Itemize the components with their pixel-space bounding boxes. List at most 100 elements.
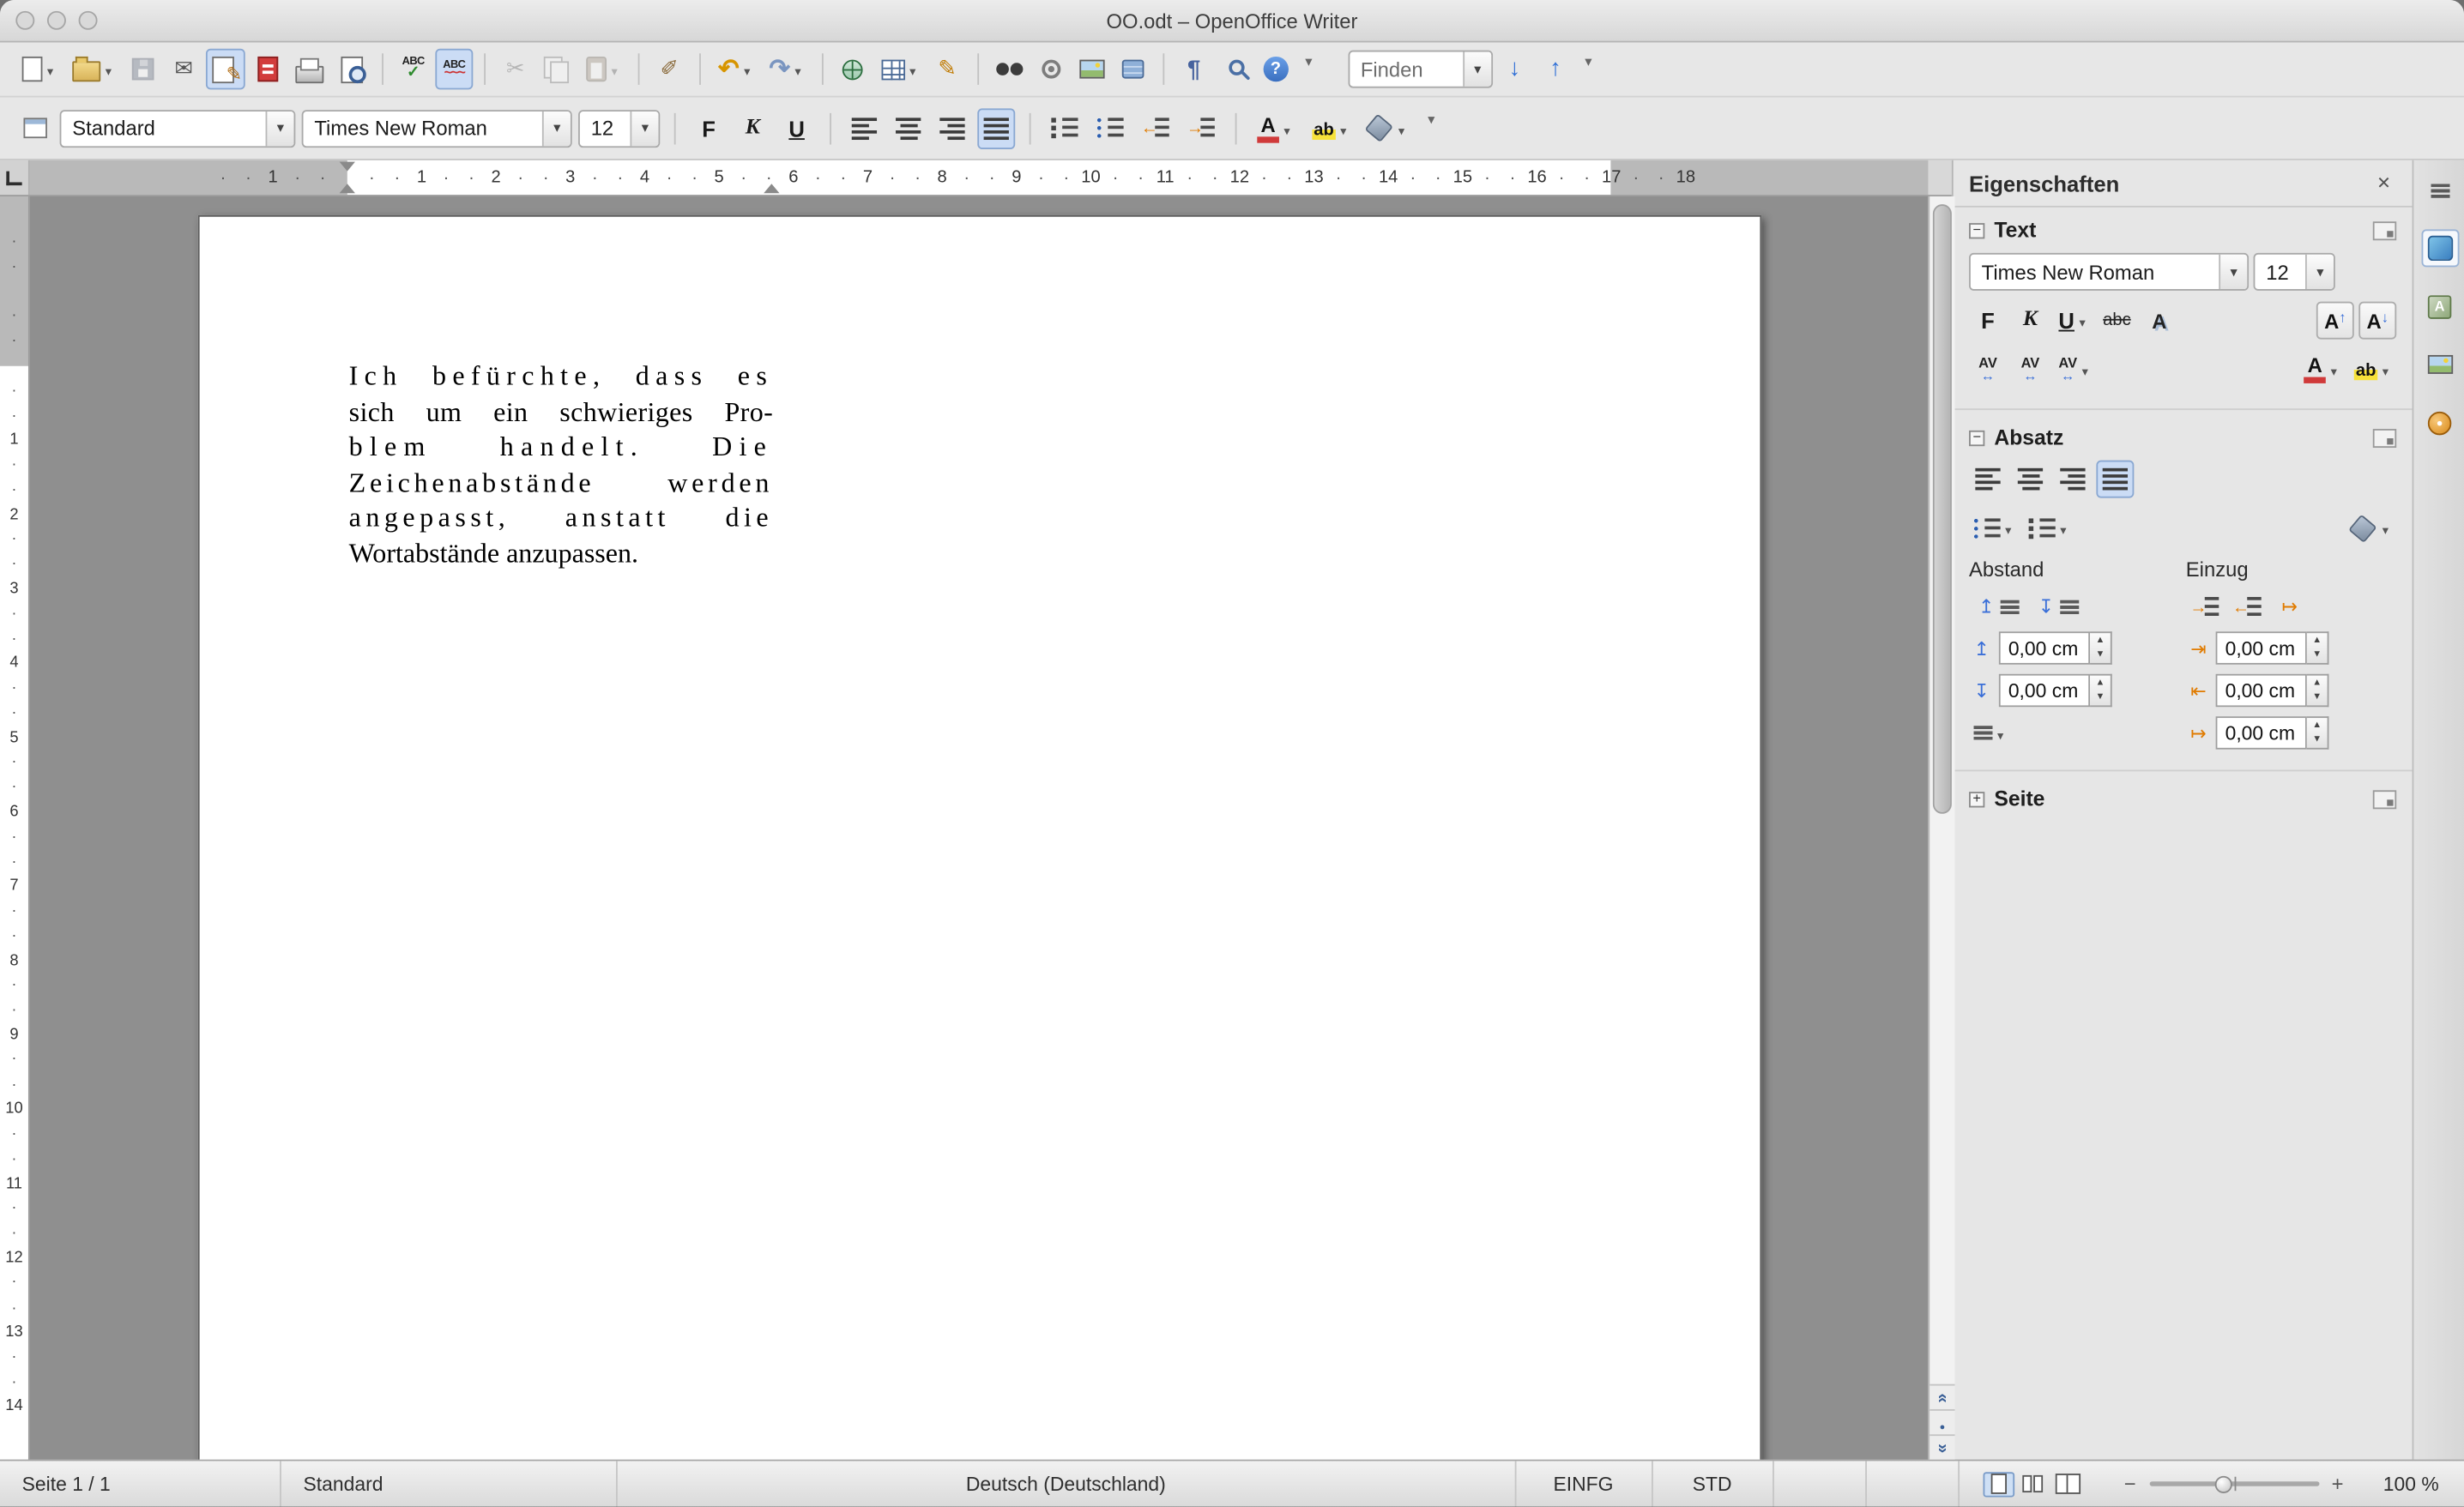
sidebar-increase-indent-button[interactable]	[2186, 591, 2224, 623]
stepper-down[interactable]	[2090, 648, 2111, 663]
email-document-button[interactable]	[165, 49, 202, 90]
chevron-down-icon[interactable]	[541, 111, 571, 146]
stepper-down[interactable]	[2090, 690, 2111, 705]
chevron-down-icon[interactable]	[1994, 719, 2007, 747]
chevron-down-icon[interactable]	[608, 55, 621, 83]
stepper-up[interactable]	[2307, 633, 2328, 648]
sidebar-italic-button[interactable]: K	[2011, 302, 2049, 340]
text-section-header[interactable]: Text	[1969, 219, 2397, 242]
stepper-down[interactable]	[2307, 732, 2328, 747]
view-book-button[interactable]	[2051, 1471, 2083, 1496]
stepper[interactable]	[2090, 631, 2112, 665]
align-right-button[interactable]	[933, 107, 971, 148]
find-replace-button[interactable]	[990, 49, 1030, 90]
increase-indent-button[interactable]	[1181, 107, 1221, 148]
italic-button[interactable]: K	[734, 107, 771, 148]
above-spacing-field[interactable]: 0,00 cm	[1998, 631, 2112, 665]
sidebar-menu-button[interactable]	[2421, 172, 2459, 209]
chevron-down-icon[interactable]	[2219, 254, 2248, 290]
highlighting-button[interactable]: ab	[1306, 107, 1356, 148]
styles-and-formatting-button[interactable]	[15, 107, 53, 148]
navigation-button[interactable]	[1930, 1408, 1955, 1435]
copy-button[interactable]	[537, 49, 577, 90]
decrease-spacing-button[interactable]: ↧	[2029, 591, 2084, 623]
sidebar-highlighting-button[interactable]: ab	[2350, 350, 2397, 388]
chevron-down-icon[interactable]	[1281, 114, 1294, 142]
bold-button[interactable]: F	[690, 107, 728, 148]
after-indent-value[interactable]: 0,00 cm	[2215, 673, 2307, 708]
stepper-up[interactable]	[2307, 718, 2328, 732]
first-line-indent-field[interactable]: 0,00 cm	[2215, 716, 2329, 750]
shrink-font-button[interactable]: A	[2358, 301, 2397, 340]
expand-icon[interactable]	[1969, 791, 1985, 807]
chevron-down-icon[interactable]	[44, 55, 57, 83]
chevron-down-icon[interactable]	[907, 55, 920, 83]
line-spacing-button[interactable]	[1969, 717, 2011, 749]
stepper-down[interactable]	[2307, 648, 2328, 663]
minimize-window-button[interactable]	[46, 10, 66, 30]
previous-page-button[interactable]	[1930, 1383, 1955, 1409]
status-page[interactable]: Seite 1 / 1	[0, 1461, 281, 1507]
align-left-button[interactable]	[845, 107, 883, 148]
redo-button[interactable]	[763, 49, 811, 90]
before-indent-field[interactable]: 0,00 cm	[2215, 631, 2329, 665]
above-spacing-value[interactable]: 0,00 cm	[1998, 631, 2091, 665]
chevron-down-icon[interactable]	[1395, 114, 1408, 142]
status-style[interactable]: Standard	[281, 1461, 618, 1507]
background-color-button[interactable]	[1362, 107, 1414, 148]
collapse-icon[interactable]	[1969, 429, 1985, 446]
sidebar-close-button[interactable]	[2371, 171, 2396, 196]
v-ruler[interactable]: 1 2 3 4 5 6 7 8 9 10 11 12 13 14 · · · · · · · · · · · · · · · · · · · · ·…	[0, 196, 30, 1460]
increase-spacing-button[interactable]: ↥	[1969, 591, 2024, 623]
stepper[interactable]	[2306, 716, 2329, 750]
stepper[interactable]	[2306, 631, 2329, 665]
font-size-combobox[interactable]: 12	[578, 109, 661, 148]
sidebar-align-center-button[interactable]	[2011, 461, 2049, 498]
zoom-slider[interactable]	[2148, 1474, 2319, 1493]
numbered-list-button[interactable]	[1045, 107, 1084, 148]
below-spacing-value[interactable]: 0,00 cm	[1998, 673, 2091, 708]
sidebar-align-left-button[interactable]	[1969, 461, 2007, 498]
zoom-in-button[interactable]: +	[2329, 1472, 2345, 1495]
before-indent-value[interactable]: 0,00 cm	[2215, 631, 2307, 665]
view-multi-page-button[interactable]	[2017, 1471, 2049, 1496]
after-indent-field[interactable]: 0,00 cm	[2215, 673, 2329, 708]
stepper[interactable]	[2090, 673, 2112, 708]
dialog-launcher-icon[interactable]	[2372, 220, 2397, 240]
properties-tab[interactable]	[2420, 229, 2459, 268]
navigator-tab[interactable]	[2421, 404, 2459, 442]
view-single-page-button[interactable]	[1982, 1471, 2014, 1497]
decrease-char-spacing-button[interactable]: AV	[1969, 350, 2007, 388]
sidebar-font-color-button[interactable]: A	[2299, 350, 2345, 388]
sidebar-font-name-combobox[interactable]: Times New Roman	[1969, 252, 2250, 291]
left-indent-marker[interactable]	[339, 184, 355, 194]
toolbar2-options-button[interactable]	[1421, 107, 1443, 149]
zoom-window-button[interactable]	[78, 10, 98, 30]
print-button[interactable]	[289, 49, 330, 90]
status-selection-mode[interactable]: STD	[1652, 1461, 1774, 1507]
collapse-icon[interactable]	[1969, 222, 1985, 238]
decrease-indent-button[interactable]	[1136, 107, 1175, 148]
document-page[interactable]: Ich befürchte, dass es sich um ein schwi…	[197, 214, 1762, 1460]
zoom-out-button[interactable]: −	[2123, 1472, 2138, 1495]
grow-font-button[interactable]: A	[2316, 301, 2354, 340]
paragraph-section-header[interactable]: Absatz	[1969, 425, 2397, 449]
status-language[interactable]: Deutsch (Deutschland)	[618, 1461, 1516, 1507]
styles-tab[interactable]: A	[2421, 287, 2459, 325]
zoom-button[interactable]	[1216, 49, 1253, 90]
strikethrough-button[interactable]: abc	[2098, 302, 2135, 340]
underline-button[interactable]: U	[778, 107, 816, 148]
shadow-button[interactable]: A	[2141, 302, 2178, 340]
chevron-down-icon[interactable]	[630, 111, 659, 146]
status-zoom[interactable]: 100 %	[2361, 1461, 2464, 1506]
sidebar-justify-button[interactable]	[2096, 460, 2135, 498]
chevron-down-icon[interactable]	[1462, 51, 1491, 87]
undo-button[interactable]	[712, 49, 760, 90]
open-document-button[interactable]	[66, 49, 121, 90]
justify-button[interactable]	[977, 107, 1016, 149]
hyperlink-button[interactable]	[834, 49, 872, 90]
export-pdf-button[interactable]	[248, 49, 286, 90]
data-sources-button[interactable]	[1114, 49, 1151, 90]
status-insert-mode[interactable]: EINFG	[1516, 1461, 1653, 1507]
stepper-up[interactable]	[2307, 676, 2328, 690]
